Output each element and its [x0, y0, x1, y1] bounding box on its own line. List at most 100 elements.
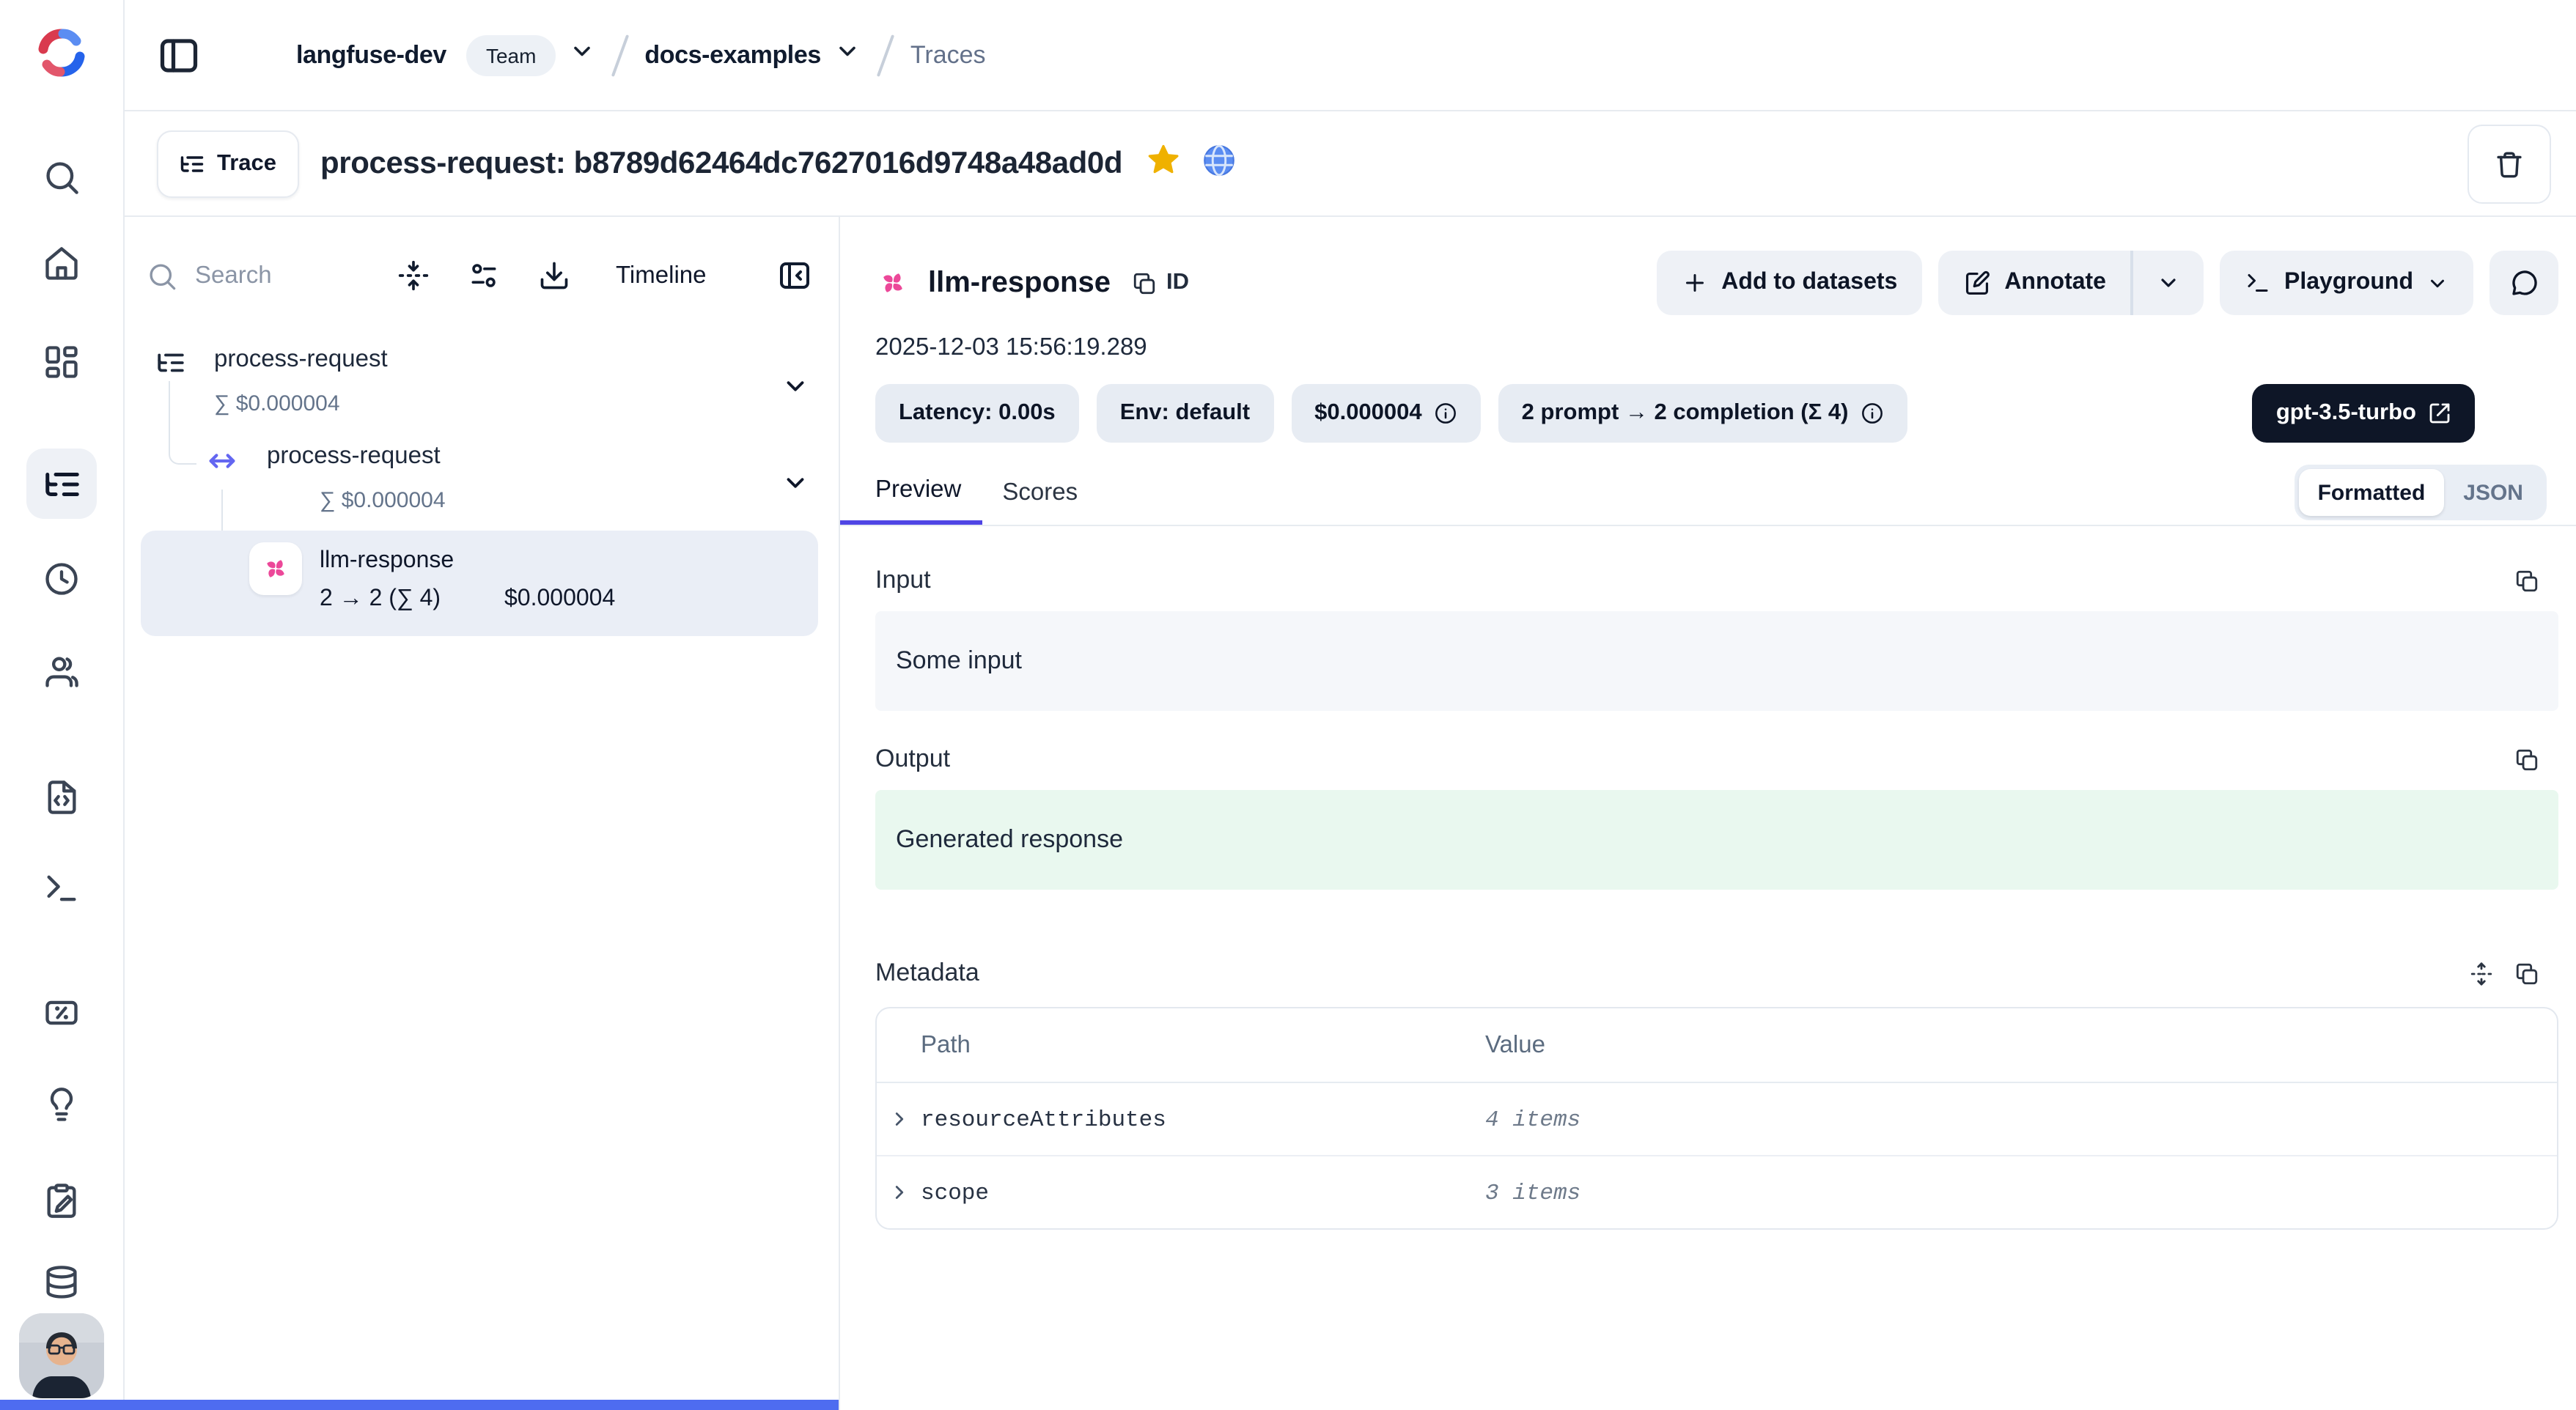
breadcrumb-separator: [877, 34, 894, 76]
tree-settings-icon[interactable]: [455, 246, 513, 305]
search-icon: [147, 260, 177, 291]
app-window: langfuse-dev Team docs-examples Traces T…: [0, 0, 2576, 1410]
delete-trace-button[interactable]: [2468, 125, 2551, 204]
nav-prompts-icon[interactable]: [32, 768, 91, 827]
chevron-right-icon[interactable]: [888, 1181, 910, 1203]
org-type-badge: Team: [467, 34, 555, 75]
nav-playground-icon[interactable]: [32, 859, 91, 918]
info-icon[interactable]: [1434, 402, 1457, 425]
column-header-value: Value: [1485, 1031, 2557, 1059]
chevron-down-icon[interactable]: [781, 469, 809, 504]
copy-icon: [2514, 568, 2539, 593]
nav-insights-icon[interactable]: [32, 1076, 91, 1134]
copy-id-button[interactable]: ID: [1133, 270, 1189, 296]
id-label: ID: [1166, 270, 1189, 296]
sidebar-toggle-icon[interactable]: [152, 29, 205, 81]
annotate-menu-chevron[interactable]: [2133, 251, 2204, 315]
output-label: Output: [875, 745, 950, 774]
copy-icon: [1133, 270, 1158, 295]
playground-button[interactable]: Playground: [2220, 251, 2473, 315]
copy-input-button[interactable]: [2514, 568, 2539, 593]
annotate-button[interactable]: Annotate: [1938, 251, 2131, 315]
view-toggle: Formatted JSON: [2295, 465, 2547, 520]
annotate-split-button: Annotate: [1938, 251, 2204, 315]
collapse-all-icon[interactable]: [384, 246, 443, 305]
tree-node-metrics: ∑ $0.000004: [320, 488, 446, 513]
info-icon[interactable]: [1860, 402, 1883, 425]
unfold-vertical-icon: [2469, 961, 2494, 986]
bookmark-star-icon[interactable]: [1144, 142, 1181, 186]
langfuse-logo[interactable]: [29, 21, 94, 85]
chevron-down-icon[interactable]: [568, 38, 595, 72]
cost-badge: $0.000004: [1291, 384, 1481, 443]
tree-node-label: process-request: [267, 443, 441, 470]
edit-square-icon: [1963, 269, 1991, 297]
download-icon[interactable]: [525, 246, 584, 305]
nav-users-icon[interactable]: [32, 642, 91, 701]
metadata-table-header: Path Value: [877, 1008, 2557, 1083]
tree-node-process-request-child[interactable]: process-request ∑ $0.000004: [123, 440, 839, 522]
nav-home-icon[interactable]: [32, 235, 91, 293]
tree-node-llm-response-selected[interactable]: llm-response 2 → 2 (∑ 4) $0.000004: [141, 531, 818, 636]
project-name[interactable]: docs-examples: [644, 40, 821, 70]
span-arrows-icon: [205, 444, 239, 478]
trash-icon: [2494, 149, 2525, 180]
tree-node-label: process-request: [214, 346, 388, 374]
trace-type-badge: Trace: [157, 130, 298, 198]
chat-bubble-icon: [2509, 268, 2539, 298]
chevron-down-icon[interactable]: [781, 372, 809, 407]
view-json-option[interactable]: JSON: [2444, 469, 2542, 516]
nav-tracing-icon[interactable]: [26, 449, 97, 519]
nav-dashboard-icon[interactable]: [32, 333, 91, 391]
trace-title: process-request: b8789d62464dc7627016d97…: [320, 147, 1122, 182]
trace-badge-label: Trace: [217, 151, 276, 177]
nav-evaluation-icon[interactable]: [32, 983, 91, 1042]
chevron-right-icon[interactable]: [888, 1108, 910, 1130]
copy-icon: [2514, 747, 2539, 772]
table-row[interactable]: resourceAttributes 4 items: [877, 1083, 2557, 1155]
input-label: Input: [875, 566, 931, 595]
org-name[interactable]: langfuse-dev: [296, 40, 446, 70]
list-tree-icon: [179, 151, 205, 177]
trace-header: Trace process-request: b8789d62464dc7627…: [123, 111, 2576, 217]
breadcrumb-section[interactable]: Traces: [910, 40, 986, 70]
metadata-table: Path Value resourceAttributes 4 items sc…: [875, 1007, 2558, 1230]
nav-sessions-icon[interactable]: [32, 550, 91, 608]
table-row[interactable]: scope 3 items: [877, 1155, 2557, 1228]
output-content: Generated response: [875, 790, 2558, 890]
chevron-down-icon[interactable]: [834, 38, 861, 72]
copy-output-button[interactable]: [2514, 747, 2539, 772]
tree-search[interactable]: [147, 260, 367, 291]
model-badge[interactable]: gpt-3.5-turbo: [2253, 384, 2475, 443]
generation-icon: [249, 542, 302, 595]
collapse-panel-icon[interactable]: [765, 246, 824, 305]
tree-toolbar: Timeline: [147, 243, 824, 308]
nav-annotation-icon[interactable]: [32, 1171, 91, 1230]
column-header-path: Path: [877, 1031, 1485, 1059]
expand-metadata-button[interactable]: [2469, 961, 2494, 986]
observation-actions: Add to datasets Annotate Playground: [1657, 251, 2558, 315]
breadcrumb-separator: [611, 34, 628, 76]
public-globe-icon[interactable]: [1200, 142, 1237, 186]
add-to-datasets-button[interactable]: Add to datasets: [1657, 251, 1922, 315]
observation-header: llm-response ID Add to datasets Annotate: [875, 249, 2558, 317]
search-input[interactable]: [192, 260, 352, 291]
view-formatted-option[interactable]: Formatted: [2299, 469, 2445, 516]
generation-icon: [875, 265, 910, 300]
timeline-toggle[interactable]: Timeline: [598, 262, 724, 289]
horizontal-scrollbar[interactable]: [0, 1400, 839, 1410]
metadata-path: scope: [921, 1179, 989, 1206]
input-section-header: Input: [875, 564, 2558, 597]
tree-node-process-request-root[interactable]: process-request ∑ $0.000004: [123, 343, 839, 425]
copy-metadata-button[interactable]: [2514, 961, 2539, 986]
tab-preview[interactable]: Preview: [840, 460, 982, 525]
top-bar: langfuse-dev Team docs-examples Traces: [123, 0, 2576, 110]
comments-button[interactable]: [2489, 251, 2558, 315]
chevron-down-icon: [2426, 272, 2448, 294]
tab-scores[interactable]: Scores: [982, 460, 1098, 525]
nav-search-icon[interactable]: [32, 148, 91, 207]
user-avatar[interactable]: [19, 1313, 104, 1398]
nav-datasets-icon[interactable]: [32, 1253, 91, 1312]
metadata-value: 3 items: [1485, 1179, 2557, 1206]
tree-node-cost: $0.000004: [504, 586, 615, 613]
